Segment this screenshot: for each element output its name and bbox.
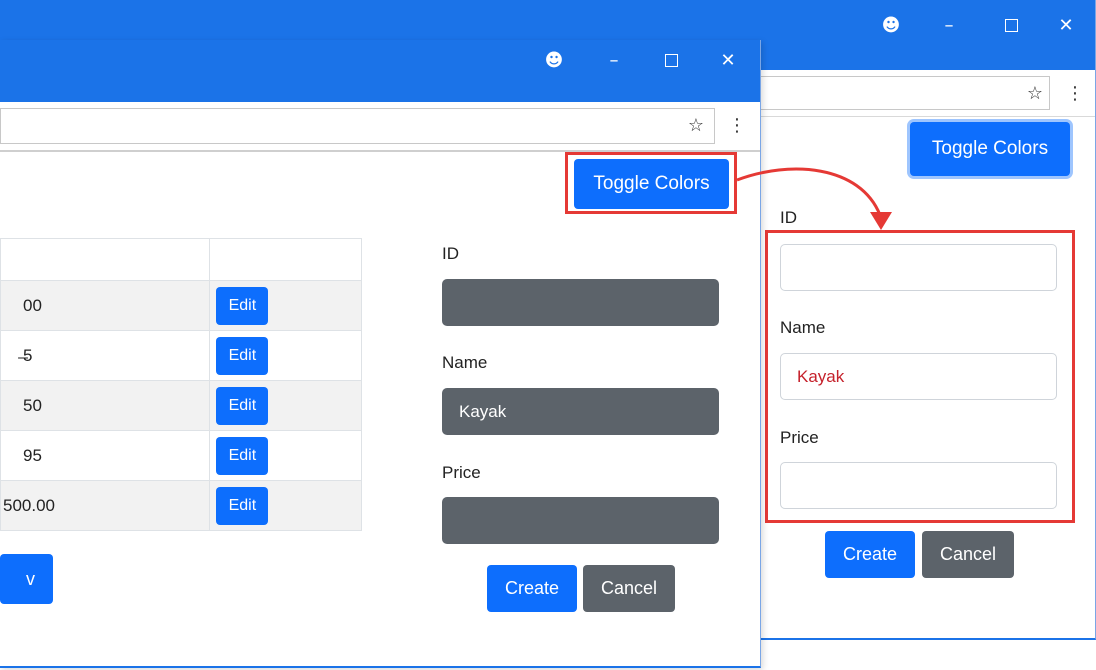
price-label: Price <box>442 463 481 482</box>
price-cell: 500.00 <box>0 480 211 531</box>
account-circle-icon[interactable]: ☻ <box>876 10 906 40</box>
maximize-icon[interactable] <box>996 10 1026 40</box>
close-icon[interactable]: ✕ <box>1051 10 1081 40</box>
price-cell: 50 <box>0 380 211 431</box>
toggle-colors-button[interactable]: Toggle Colors <box>910 122 1070 176</box>
front-toolbar: ☆ ⋮ <box>0 102 760 152</box>
id-label: ID <box>780 208 797 227</box>
toggle-colors-button[interactable]: Toggle Colors <box>574 159 729 209</box>
price-field[interactable] <box>780 462 1057 509</box>
cancel-button[interactable]: Cancel <box>922 531 1014 578</box>
price-cell: ̶5 <box>0 330 211 381</box>
price-cell: 95 <box>0 430 211 481</box>
star-icon[interactable]: ☆ <box>1022 80 1048 106</box>
create-button[interactable]: Create <box>825 531 915 578</box>
edit-button[interactable]: Edit <box>216 336 269 375</box>
minimize-icon[interactable]: – <box>599 45 629 75</box>
table-row: 500.00 Edit <box>0 480 362 531</box>
cancel-button[interactable]: Cancel <box>583 565 675 612</box>
star-icon[interactable]: ☆ <box>683 112 709 138</box>
front-browser-window: ☻ – ✕ ☆ ⋮ Toggle Colors 00 Edit ̶5 Edit … <box>0 40 761 668</box>
close-icon[interactable]: ✕ <box>713 45 743 75</box>
edit-button[interactable]: Edit <box>216 286 269 325</box>
table-row: ̶5 Edit <box>0 330 362 381</box>
create-button[interactable]: Create <box>487 565 577 612</box>
kebab-menu-icon[interactable]: ⋮ <box>1062 80 1088 106</box>
edit-button[interactable]: Edit <box>216 436 269 475</box>
front-address-bar[interactable] <box>0 108 715 144</box>
table-header-row <box>0 238 362 281</box>
account-circle-icon[interactable]: ☻ <box>539 45 569 75</box>
edit-button[interactable]: Edit <box>216 386 269 425</box>
table-row: 95 Edit <box>0 430 362 481</box>
name-field[interactable]: Kayak <box>780 353 1057 400</box>
price-label: Price <box>780 428 819 447</box>
back-address-bar[interactable] <box>760 76 1050 110</box>
maximize-icon[interactable] <box>656 45 686 75</box>
price-field[interactable] <box>442 497 719 544</box>
products-table: 00 Edit ̶5 Edit 50 Edit 95 Edit 500.00 E… <box>0 238 362 531</box>
table-row: 00 Edit <box>0 280 362 331</box>
id-field[interactable] <box>780 244 1057 291</box>
price-cell: 00 <box>0 280 211 331</box>
name-field[interactable]: Kayak <box>442 388 719 435</box>
id-field[interactable] <box>442 279 719 326</box>
table-row: 50 Edit <box>0 380 362 431</box>
id-label: ID <box>442 244 459 263</box>
minimize-icon[interactable]: – <box>934 10 964 40</box>
kebab-menu-icon[interactable]: ⋮ <box>724 112 750 138</box>
name-label: Name <box>442 353 488 372</box>
front-title-bar: ☻ – ✕ <box>0 40 760 102</box>
new-button-partial[interactable]: v <box>0 554 53 604</box>
name-label: Name <box>780 318 826 337</box>
edit-button[interactable]: Edit <box>216 486 269 525</box>
